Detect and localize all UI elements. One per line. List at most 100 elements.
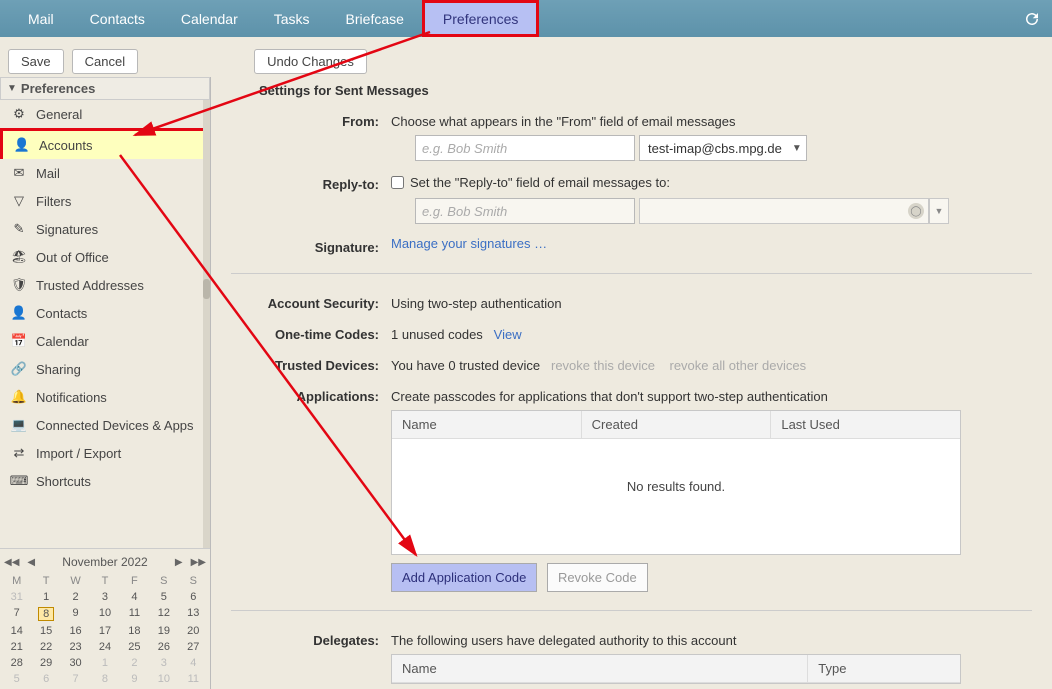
cal-day[interactable]: 22 (31, 639, 60, 655)
sidebar-item-notifications[interactable]: 🔔Notifications (0, 383, 210, 411)
col-delegate-type[interactable]: Type (808, 655, 960, 682)
sidebar-scrollbar[interactable] (203, 100, 210, 548)
cal-day[interactable]: 17 (90, 623, 119, 639)
sidebar-item-connected-devices-apps[interactable]: 💻Connected Devices & Apps (0, 411, 210, 439)
replyto-checkbox[interactable] (391, 176, 404, 189)
cal-day[interactable]: 11 (179, 671, 208, 687)
view-codes-link[interactable]: View (494, 327, 522, 342)
cal-day[interactable]: 16 (61, 623, 90, 639)
col-delegate-name[interactable]: Name (392, 655, 808, 682)
sidebar-item-sharing[interactable]: 🔗Sharing (0, 355, 210, 383)
applications-description: Create passcodes for applications that d… (391, 385, 1032, 404)
cal-day[interactable]: 19 (149, 623, 178, 639)
sidebar-item-filters[interactable]: ▽Filters (0, 187, 210, 215)
sidebar-item-general[interactable]: ⚙General (0, 100, 210, 128)
from-name-field[interactable] (415, 135, 635, 161)
filters-icon: ▽ (10, 192, 28, 210)
cal-day[interactable]: 8 (31, 605, 60, 623)
cancel-button[interactable]: Cancel (72, 49, 138, 74)
sidebar-item-label: Import / Export (36, 446, 121, 461)
tab-briefcase[interactable]: Briefcase (328, 0, 422, 37)
cal-day[interactable]: 15 (31, 623, 60, 639)
cal-day[interactable]: 14 (2, 623, 31, 639)
save-button[interactable]: Save (8, 49, 64, 74)
cal-dow: T (90, 573, 119, 589)
cal-day[interactable]: 4 (179, 655, 208, 671)
tab-tasks[interactable]: Tasks (256, 0, 328, 37)
cal-day[interactable]: 8 (90, 671, 119, 687)
cal-day[interactable]: 10 (90, 605, 119, 623)
cal-day[interactable]: 7 (61, 671, 90, 687)
cal-day[interactable]: 18 (120, 623, 149, 639)
cal-day[interactable]: 13 (179, 605, 208, 623)
tab-contacts[interactable]: Contacts (72, 0, 163, 37)
cal-day[interactable]: 6 (179, 589, 208, 605)
sidebar-item-accounts[interactable]: 👤Accounts (0, 128, 210, 159)
cal-day[interactable]: 23 (61, 639, 90, 655)
cal-day[interactable]: 25 (120, 639, 149, 655)
sidebar-item-label: General (36, 107, 82, 122)
cal-day[interactable]: 5 (2, 671, 31, 687)
dropdown-arrow-icon: ▼ (792, 143, 802, 154)
cal-day[interactable]: 1 (31, 589, 60, 605)
cal-day[interactable]: 12 (149, 605, 178, 623)
cal-day[interactable]: 24 (90, 639, 119, 655)
tab-preferences[interactable]: Preferences (422, 0, 539, 37)
sidebar-item-mail[interactable]: ✉Mail (0, 159, 210, 187)
cal-day[interactable]: 3 (149, 655, 178, 671)
add-application-code-button[interactable]: Add Application Code (391, 563, 537, 592)
cal-day[interactable]: 1 (90, 655, 119, 671)
out-of-office-icon: 🏖 (10, 248, 28, 266)
sidebar-item-import-export[interactable]: ⇄Import / Export (0, 439, 210, 467)
manage-signatures-link[interactable]: Manage your signatures … (391, 236, 547, 251)
cal-day[interactable]: 7 (2, 605, 31, 623)
cal-day[interactable]: 27 (179, 639, 208, 655)
tab-calendar[interactable]: Calendar (163, 0, 256, 37)
account-security-label: Account Security: (231, 292, 391, 311)
cal-day[interactable]: 31 (2, 589, 31, 605)
cal-day[interactable]: 29 (31, 655, 60, 671)
sidebar-item-trusted-addresses[interactable]: 🛡Trusted Addresses (0, 271, 210, 299)
cal-day[interactable]: 10 (149, 671, 178, 687)
cal-day[interactable]: 11 (120, 605, 149, 623)
cal-day[interactable]: 9 (61, 605, 90, 623)
delegates-description: The following users have delegated autho… (391, 629, 1032, 648)
sidebar-item-signatures[interactable]: ✎Signatures (0, 215, 210, 243)
col-name[interactable]: Name (392, 411, 582, 438)
trusted-addresses-icon: 🛡 (10, 276, 28, 294)
from-email-dropdown[interactable]: test-imap@cbs.mpg.de ▼ (639, 135, 807, 161)
content-pane[interactable]: Settings for Sent Messages From: Choose … (211, 77, 1052, 689)
cal-prev-year-icon[interactable]: ◀◀ (2, 557, 21, 568)
cal-day[interactable]: 6 (31, 671, 60, 687)
sidebar-item-out-of-office[interactable]: 🏖Out of Office (0, 243, 210, 271)
sidebar-item-shortcuts[interactable]: ⌨Shortcuts (0, 467, 210, 495)
sidebar-item-calendar[interactable]: 📅Calendar (0, 327, 210, 355)
cal-day[interactable]: 30 (61, 655, 90, 671)
refresh-icon[interactable] (1012, 0, 1052, 37)
cal-day[interactable]: 9 (120, 671, 149, 687)
col-created[interactable]: Created (582, 411, 772, 438)
undo-changes-button[interactable]: Undo Changes (254, 49, 367, 74)
tab-mail[interactable]: Mail (10, 0, 72, 37)
cal-day[interactable]: 3 (90, 589, 119, 605)
signature-label: Signature: (231, 236, 391, 255)
cal-day[interactable]: 2 (61, 589, 90, 605)
cal-title[interactable]: November 2022 (41, 555, 169, 569)
sidebar-list: ⚙General👤Accounts✉Mail▽Filters✎Signature… (0, 100, 210, 548)
cal-next-year-icon[interactable]: ▶▶ (189, 557, 208, 568)
cal-day[interactable]: 4 (120, 589, 149, 605)
cal-day[interactable]: 28 (2, 655, 31, 671)
col-last-used[interactable]: Last Used (771, 411, 960, 438)
divider (231, 273, 1032, 274)
cal-day[interactable]: 5 (149, 589, 178, 605)
cal-next-month-icon[interactable]: ▶ (173, 557, 185, 568)
cal-day[interactable]: 20 (179, 623, 208, 639)
cal-day[interactable]: 21 (2, 639, 31, 655)
calendar-icon: 📅 (10, 332, 28, 350)
cal-day[interactable]: 2 (120, 655, 149, 671)
sidebar-item-contacts[interactable]: 👤Contacts (0, 299, 210, 327)
cal-prev-month-icon[interactable]: ◀ (25, 557, 37, 568)
cal-day[interactable]: 26 (149, 639, 178, 655)
sidebar-item-label: Sharing (36, 362, 81, 377)
sidebar-header[interactable]: ▼ Preferences (0, 77, 210, 100)
